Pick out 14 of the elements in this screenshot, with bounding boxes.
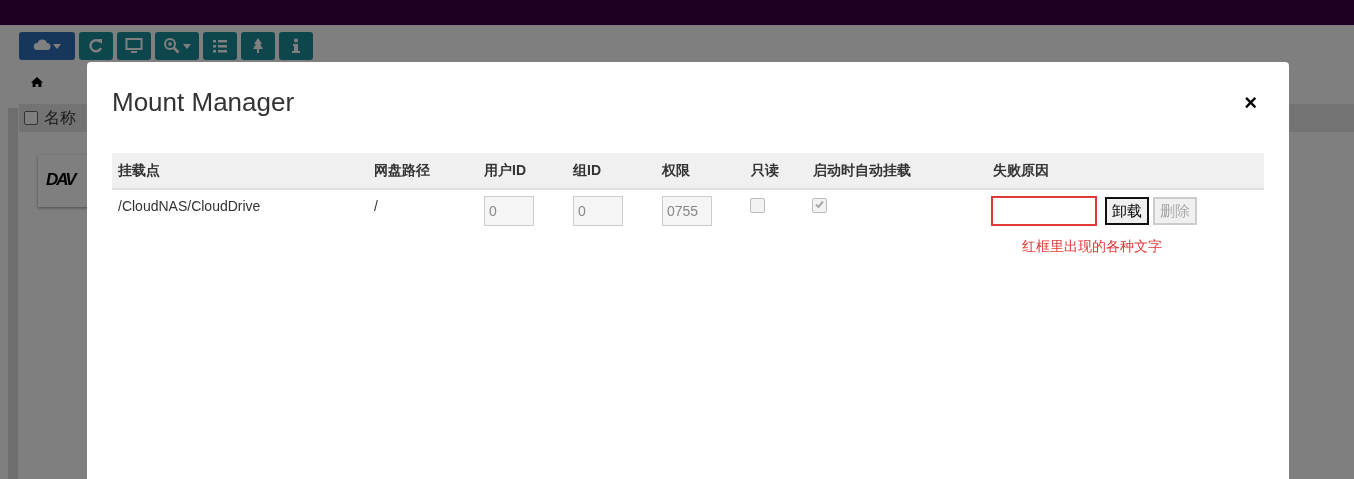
column-header: 挂载点 <box>112 153 368 189</box>
dav-logo: DAV <box>46 170 75 190</box>
column-header: 权限 <box>656 153 745 189</box>
column-header: 用户ID <box>478 153 567 189</box>
annotation-text: 红框里出现的各种文字 <box>1022 238 1163 256</box>
column-header: 只读 <box>745 153 807 189</box>
column-header: 失败原因 <box>987 153 1264 189</box>
table-cell: /CloudNAS/CloudDrive <box>112 189 368 264</box>
column-header: 组ID <box>567 153 656 189</box>
dialog-title: Mount Manager <box>112 87 295 118</box>
table-cell: / <box>368 189 478 264</box>
column-header: 启动时自动挂载 <box>807 153 987 189</box>
column-header: 网盘路径 <box>368 153 478 189</box>
column-label: 名称 <box>44 107 76 128</box>
